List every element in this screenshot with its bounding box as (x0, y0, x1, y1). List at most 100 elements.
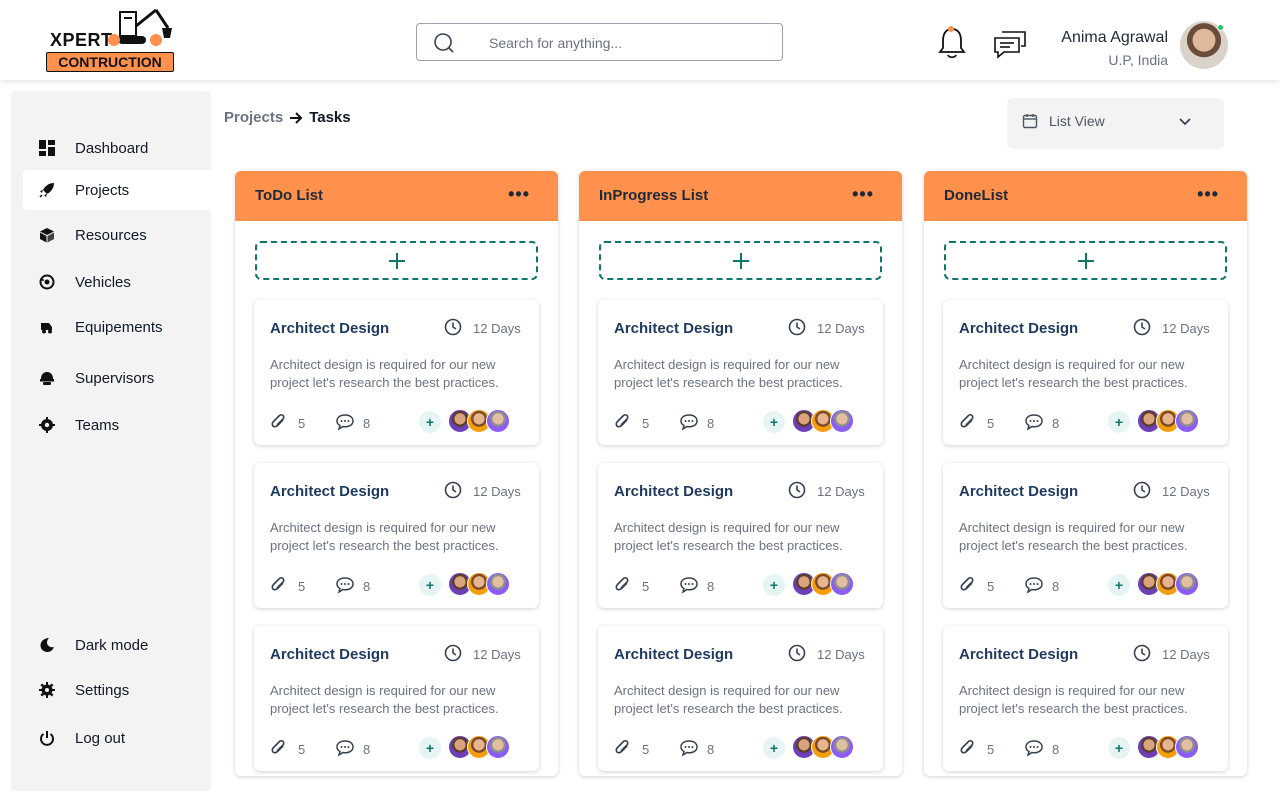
avatar (486, 572, 510, 596)
add-task-button[interactable] (255, 241, 538, 280)
add-member-button[interactable]: + (1108, 411, 1130, 433)
comment-icon[interactable] (335, 413, 355, 431)
chevron-down-icon (1179, 118, 1191, 126)
plus-icon (388, 252, 405, 269)
card-title: Architect Design (614, 483, 734, 500)
sidebar-item-projects[interactable]: Projects (23, 170, 211, 210)
add-member-button[interactable]: + (1108, 737, 1130, 759)
sidebar-item-supervisors[interactable]: Supervisors (23, 358, 211, 398)
attachment-count: 5 (642, 416, 650, 431)
task-card[interactable]: Architect Design 12 Days Architect desig… (943, 463, 1228, 608)
task-card[interactable]: Architect Design 12 Days Architect desig… (254, 300, 539, 445)
paperclip-icon[interactable] (959, 739, 977, 757)
task-card[interactable]: Architect Design 12 Days Architect desig… (943, 626, 1228, 771)
task-card[interactable]: Architect Design 12 Days Architect desig… (254, 626, 539, 771)
paperclip-icon[interactable] (614, 576, 632, 594)
more-icon[interactable]: ••• (508, 184, 530, 205)
comment-icon[interactable] (679, 413, 699, 431)
add-task-button[interactable] (944, 241, 1227, 280)
task-card[interactable]: Architect Design 12 Days Architect desig… (598, 463, 883, 608)
card-duration: 12 Days (817, 647, 865, 662)
more-icon[interactable]: ••• (1197, 184, 1219, 205)
card-title: Architect Design (959, 646, 1079, 663)
task-card[interactable]: Architect Design 12 Days Architect desig… (254, 463, 539, 608)
sidebar-item-equipements[interactable]: Equipements (23, 307, 211, 347)
comment-icon[interactable] (679, 576, 699, 594)
comment-icon[interactable] (1024, 413, 1044, 431)
card-description: Architect design is required for our new… (959, 520, 1188, 553)
sidebar-item-dark-mode[interactable]: Dark mode (23, 625, 211, 665)
sidebar-item-vehicles[interactable]: Vehicles (23, 262, 211, 302)
calendar-icon (1022, 114, 1038, 129)
comment-icon[interactable] (679, 739, 699, 757)
search-input[interactable] (489, 33, 769, 53)
sidebar-item-resources[interactable]: Resources (23, 215, 211, 255)
card-title: Architect Design (270, 646, 390, 663)
avatar (1175, 409, 1199, 433)
comment-count: 8 (707, 579, 715, 594)
more-icon[interactable]: ••• (852, 184, 874, 205)
card-title: Architect Design (959, 483, 1079, 500)
brand-dot (108, 34, 120, 46)
brand-logo[interactable]: XPERT CONTRUCTION (46, 6, 176, 74)
add-member-button[interactable]: + (419, 737, 441, 759)
avatar (486, 735, 510, 759)
sidebar-item-teams[interactable]: Teams (23, 405, 211, 445)
avatar (486, 409, 510, 433)
attachment-count: 5 (987, 742, 995, 757)
card-duration: 12 Days (473, 484, 521, 499)
paperclip-icon[interactable] (959, 576, 977, 594)
paperclip-icon[interactable] (614, 413, 632, 431)
add-member-button[interactable]: + (1108, 574, 1130, 596)
add-member-button[interactable]: + (419, 574, 441, 596)
search-box[interactable] (416, 23, 783, 61)
paperclip-icon[interactable] (614, 739, 632, 757)
card-duration: 12 Days (1162, 484, 1210, 499)
avatar (830, 572, 854, 596)
comment-count: 8 (1052, 579, 1060, 594)
sidebar-item-label: Vehicles (75, 273, 131, 291)
breadcrumb-projects[interactable]: Projects (224, 109, 283, 126)
search-icon (434, 33, 454, 53)
brand-dot (150, 34, 162, 46)
add-member-button[interactable]: + (763, 411, 785, 433)
paperclip-icon[interactable] (270, 413, 288, 431)
sidebar-item-label: Resources (75, 226, 147, 244)
add-member-button[interactable]: + (419, 411, 441, 433)
task-card[interactable]: Architect Design 12 Days Architect desig… (598, 626, 883, 771)
breadcrumb-tasks: Tasks (309, 109, 351, 126)
column-title: ToDo List (255, 187, 324, 204)
card-title: Architect Design (614, 320, 734, 337)
add-task-button[interactable] (599, 241, 882, 280)
sidebar: Dashboard Projects Resources Vehicles Eq… (11, 91, 211, 791)
sidebar-item-dashboard[interactable]: Dashboard (23, 128, 211, 168)
dashboard-icon (39, 140, 55, 156)
comment-icon[interactable] (335, 739, 355, 757)
add-member-button[interactable]: + (763, 737, 785, 759)
comment-count: 8 (363, 416, 371, 431)
card-description: Architect design is required for our new… (614, 683, 843, 716)
clock-icon (788, 318, 806, 336)
gear-icon (39, 682, 55, 698)
clock-icon (788, 644, 806, 662)
comment-count: 8 (363, 742, 371, 757)
attachment-count: 5 (298, 742, 306, 757)
comment-icon[interactable] (1024, 576, 1044, 594)
task-card[interactable]: Architect Design 12 Days Architect desig… (943, 300, 1228, 445)
task-card[interactable]: Architect Design 12 Days Architect desig… (598, 300, 883, 445)
paperclip-icon[interactable] (270, 739, 288, 757)
top-header: XPERT CONTRUCTION Anima Agrawal U.P, Ind… (0, 0, 1280, 80)
sidebar-item-settings[interactable]: Settings (23, 670, 211, 710)
paperclip-icon[interactable] (270, 576, 288, 594)
chat-icon[interactable] (992, 28, 1028, 60)
notification-dot (948, 26, 954, 32)
paperclip-icon[interactable] (959, 413, 977, 431)
add-member-button[interactable]: + (763, 574, 785, 596)
sidebar-item-log-out[interactable]: Log out (23, 718, 211, 758)
card-duration: 12 Days (473, 647, 521, 662)
comment-count: 8 (707, 742, 715, 757)
comment-icon[interactable] (1024, 739, 1044, 757)
comment-icon[interactable] (335, 576, 355, 594)
view-selector[interactable]: List View (1007, 98, 1224, 149)
equipment-icon (39, 319, 55, 335)
